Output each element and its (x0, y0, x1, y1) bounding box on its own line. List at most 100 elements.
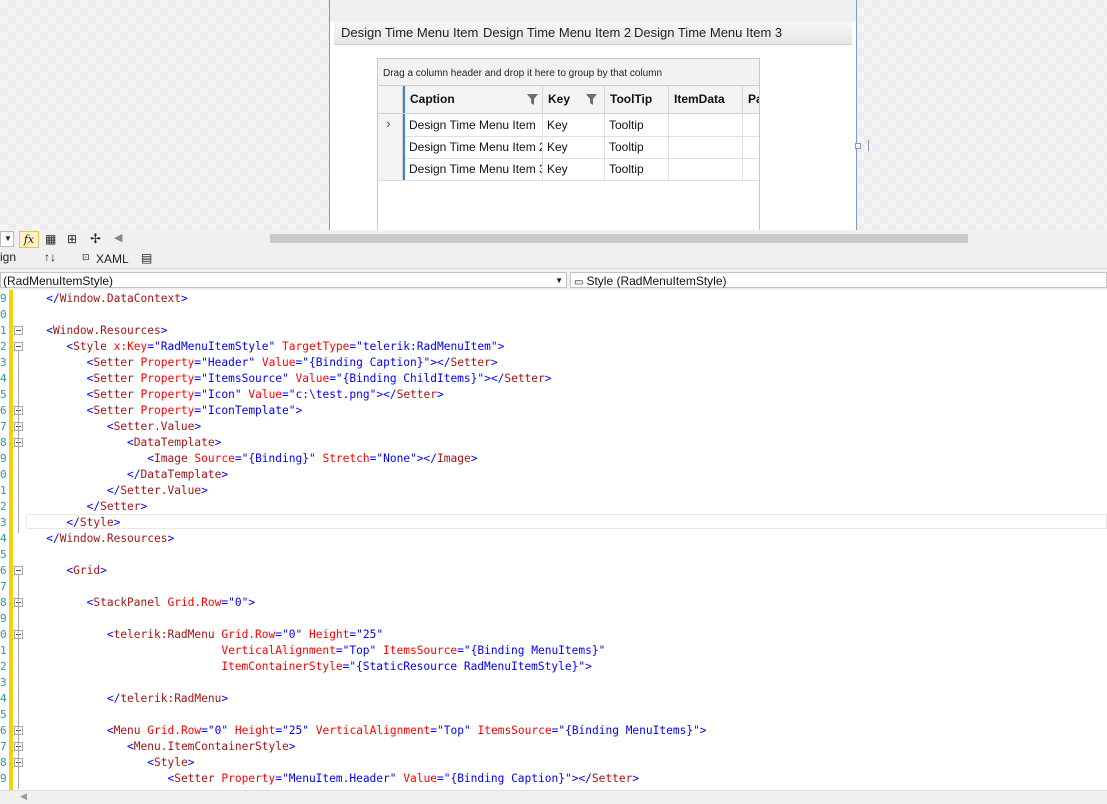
table-cell[interactable] (669, 158, 743, 180)
table-cell[interactable]: Tooltip (605, 158, 669, 180)
table-cell[interactable] (743, 158, 759, 180)
table-cell[interactable] (669, 136, 743, 158)
scroll-left-icon[interactable]: ◀ (114, 231, 122, 244)
code-token-attr: Value (261, 356, 296, 369)
designer-surface[interactable]: Design Time Menu Item Design Time Menu I… (0, 0, 1107, 231)
code-line[interactable]: <Style x:Key="RadMenuItemStyle" TargetTy… (26, 339, 504, 355)
code-line[interactable]: </Style> (26, 515, 120, 531)
collapse-icon[interactable] (14, 342, 23, 351)
code-line[interactable]: </Window.Resources> (26, 531, 174, 547)
line-number: 9 (0, 612, 7, 625)
code-line[interactable]: <Style> (26, 755, 194, 771)
code-line[interactable]: <Menu.ItemContainerStyle> (26, 739, 295, 755)
xaml-code-editor[interactable]: 9 0 1 2 3 4 5 6 7 8 9 0 1 2 3 4 5 6 7 8 9 0 1 2 3 4 5 6 7 8 9 </Window… (0, 290, 1107, 790)
code-line[interactable]: <Setter Property="ItemsSource" Value="{B… (26, 371, 552, 387)
rad-menu-bar[interactable]: Design Time Menu Item Design Time Menu I… (334, 22, 852, 45)
collapse-pane-icon[interactable]: ▤ (141, 251, 152, 265)
code-line[interactable]: <Grid> (26, 563, 106, 579)
code-token-tag: =" (342, 660, 357, 673)
resize-handle[interactable] (855, 143, 861, 149)
line-number: 1 (0, 324, 7, 337)
code-token-tag: <Style (66, 340, 114, 353)
horizontal-scrollbar-thumb[interactable] (270, 234, 968, 243)
row-indicator[interactable]: › (378, 114, 403, 136)
code-line[interactable]: <Menu Grid.Row="0" Height="25" VerticalA… (26, 723, 707, 739)
row-indicator[interactable] (378, 158, 403, 180)
code-line[interactable]: <Window.Resources> (26, 323, 167, 339)
row-indicator[interactable] (378, 136, 403, 158)
code-token-attr: Property (140, 372, 195, 385)
table-cell[interactable]: Design Time Menu Item 3 (405, 158, 543, 180)
table-cell[interactable] (743, 114, 759, 136)
line-number: 2 (0, 660, 7, 673)
code-line[interactable]: <Setter.Value> (26, 419, 201, 435)
table-cell[interactable] (669, 114, 743, 136)
menu-item-1[interactable]: Design Time Menu Item (341, 25, 478, 40)
snap-grid-icon[interactable]: ⊞ (67, 232, 77, 246)
column-header-itemdata[interactable]: ItemData (669, 86, 743, 113)
code-line[interactable]: <telerik:RadMenu Grid.Row="0" Height="25… (26, 627, 383, 643)
code-token-tag: <Setter (167, 772, 222, 785)
xaml-tab-icon: ⊡ (82, 252, 90, 262)
menu-item-2[interactable]: Design Time Menu Item 2 (483, 25, 631, 40)
column-header-caption[interactable]: Caption (403, 86, 543, 113)
table-row[interactable]: Design Time Menu Item 2 Key Tooltip (378, 136, 759, 159)
code-line[interactable]: <StackPanel Grid.Row="0"> (26, 595, 255, 611)
grid-icon[interactable]: ▦ (45, 232, 56, 246)
table-cell[interactable]: Tooltip (605, 136, 669, 158)
table-cell[interactable] (743, 136, 759, 158)
column-header-label: ItemData (674, 92, 725, 106)
table-row[interactable]: Design Time Menu Item 3 Key Tooltip (378, 158, 759, 181)
table-cell[interactable]: Tooltip (605, 114, 669, 136)
filter-icon[interactable] (586, 94, 597, 105)
column-header-pa[interactable]: Pa (743, 86, 759, 113)
menu-item-3[interactable]: Design Time Menu Item 3 (634, 25, 782, 40)
grid-view[interactable]: Drag a column header and drop it here to… (377, 58, 760, 231)
code-line[interactable]: </Setter.Value> (26, 483, 208, 499)
table-cell[interactable]: Key (543, 158, 605, 180)
table-cell[interactable]: Key (543, 114, 605, 136)
code-line[interactable]: <Setter Property="IconTemplate"> (26, 403, 303, 419)
group-panel[interactable]: Drag a column header and drop it here to… (378, 59, 759, 86)
element-combo[interactable]: (RadMenuItemStyle) ▼ (0, 272, 567, 288)
code-token-tag: =" (329, 372, 343, 385)
code-line[interactable]: </Window.DataContext> (26, 291, 187, 307)
snap-lines-icon[interactable]: ✢ (90, 231, 101, 247)
line-number: 4 (0, 532, 7, 545)
column-header-key[interactable]: Key (543, 86, 605, 113)
code-token-tag: =" (457, 644, 471, 657)
filter-icon[interactable] (527, 94, 538, 105)
code-line[interactable]: <Setter Property="Icon" Value="c:\test.p… (26, 387, 444, 403)
code-token-tag: <telerik:RadMenu (106, 628, 222, 641)
editor-horizontal-scrollbar[interactable]: ◀ (0, 790, 1107, 804)
code-line[interactable]: </DataTemplate> (26, 467, 228, 483)
scroll-left-icon[interactable]: ◀ (20, 791, 27, 802)
code-line[interactable]: <DataTemplate> (26, 435, 221, 451)
table-cell[interactable]: Key (543, 136, 605, 158)
code-line[interactable]: </telerik:RadMenu> (26, 691, 228, 707)
tab-design[interactable]: ign (0, 250, 16, 264)
code-line[interactable]: </Setter> (26, 499, 148, 515)
zoom-dropdown[interactable]: ▼ (0, 231, 14, 247)
code-line[interactable]: VerticalAlignment="Top" ItemsSource="{Bi… (26, 643, 605, 659)
collapse-icon[interactable] (14, 326, 23, 335)
member-combo[interactable]: ▭ Style (RadMenuItemStyle) (570, 272, 1107, 288)
code-line[interactable]: ItemContainerStyle="{StaticResource RadM… (26, 659, 592, 675)
line-number: 5 (0, 388, 7, 401)
code-token-val: {Binding Caption} (450, 772, 565, 785)
column-header-label: ToolTip (610, 92, 653, 106)
table-cell[interactable]: Design Time Menu Item 2 (405, 136, 543, 158)
collapse-icon[interactable] (14, 566, 23, 575)
swap-panes-icon[interactable]: ↑↓ (44, 250, 56, 264)
table-row[interactable]: › Design Time Menu Item Key Tooltip (378, 114, 759, 137)
code-line[interactable]: <Image Source="{Binding}" Stretch="None"… (26, 451, 477, 467)
tab-xaml[interactable]: XAML (96, 252, 129, 266)
column-header-tooltip[interactable]: ToolTip (605, 86, 669, 113)
current-row-icon: › (386, 115, 391, 131)
code-line[interactable]: <Setter Property="MenuItem.Header" Value… (26, 771, 639, 787)
formula-button[interactable]: fx (19, 231, 39, 248)
table-cell[interactable]: Design Time Menu Item (405, 114, 543, 136)
view-tabs: ign ↑↓ ⊡ XAML ▤ (0, 248, 1107, 268)
code-line[interactable]: <Setter Property="Header" Value="{Bindin… (26, 355, 498, 371)
line-number: 3 (0, 356, 7, 369)
